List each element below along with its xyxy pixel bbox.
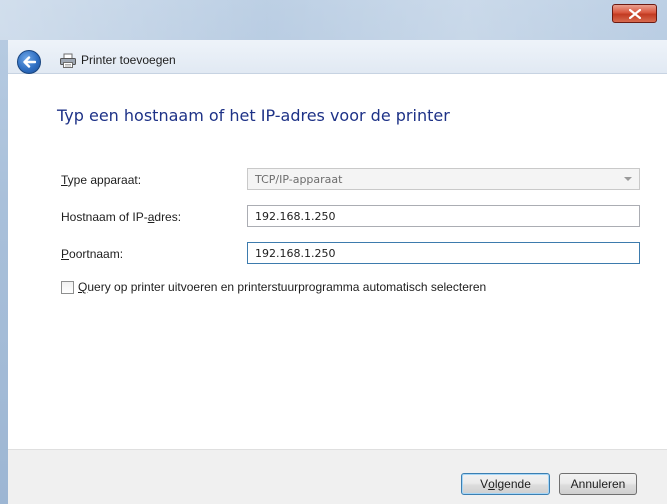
close-button[interactable] bbox=[612, 4, 657, 23]
back-arrow-icon bbox=[23, 56, 36, 68]
chevron-down-icon bbox=[624, 177, 632, 181]
port-name-input[interactable]: 192.168.1.250 bbox=[247, 242, 640, 264]
hostname-value: 192.168.1.250 bbox=[255, 210, 336, 223]
next-button[interactable]: Vo lgende bbox=[461, 473, 550, 495]
window-title: Printer toevoegen bbox=[81, 53, 176, 67]
cancel-button[interactable]: Annuleren bbox=[559, 473, 637, 495]
back-button[interactable] bbox=[17, 50, 41, 74]
port-label: Poortnaam: bbox=[61, 247, 124, 261]
device-type-combobox[interactable]: TCP/IP-apparaat bbox=[247, 168, 640, 190]
hostname-label: Hostnaam of IP-adres: bbox=[61, 210, 182, 224]
device-type-label: Type apparaat: bbox=[61, 173, 142, 187]
device-type-value: TCP/IP-apparaat bbox=[255, 173, 343, 186]
close-icon bbox=[628, 8, 641, 19]
printer-icon bbox=[60, 53, 76, 68]
query-printer-checkbox[interactable] bbox=[61, 281, 74, 294]
hostname-input[interactable]: 192.168.1.250 bbox=[247, 205, 640, 227]
page-title: Typ een hostnaam of het IP-adres voor de… bbox=[57, 106, 450, 125]
query-printer-checkbox-label[interactable]: Query op printer uitvoeren en printerstu… bbox=[78, 280, 486, 294]
port-name-value: 192.168.1.250 bbox=[255, 247, 336, 260]
